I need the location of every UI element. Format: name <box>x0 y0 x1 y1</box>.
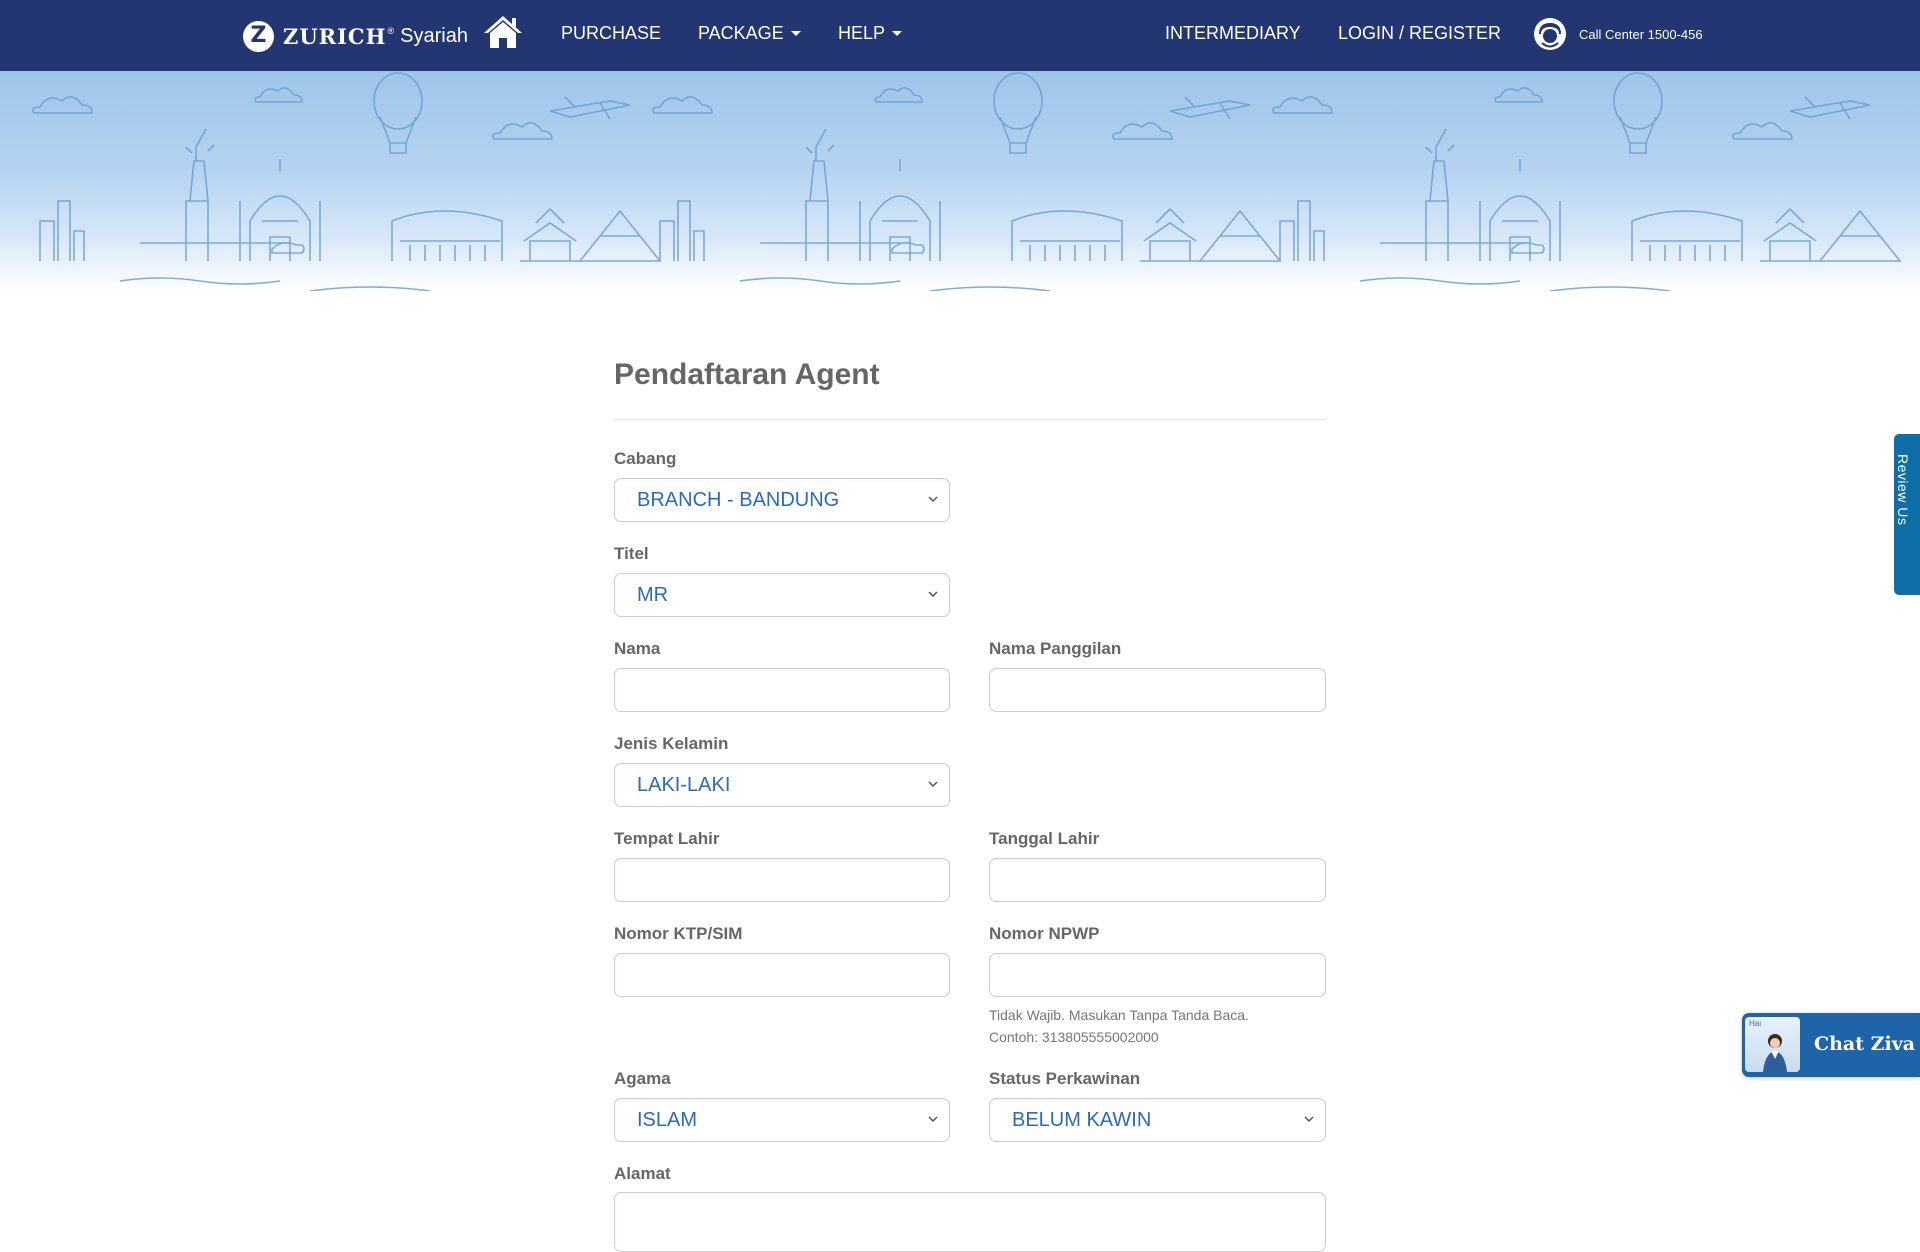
chevron-down-icon <box>790 30 801 36</box>
tanggal-lahir-label: Tanggal Lahir <box>989 829 1100 848</box>
status-perkawinan-select[interactable]: BELUM KAWIN <box>989 1098 1326 1142</box>
nama-panggilan-input[interactable] <box>989 668 1326 712</box>
ktp-sim-input[interactable] <box>614 953 950 997</box>
chevron-down-icon <box>1304 1116 1314 1123</box>
titel-label: Titel <box>614 544 649 563</box>
npwp-help-line-1: Tidak Wajib. Masukan Tanpa Tanda Baca. <box>989 1007 1249 1023</box>
logo-syariah: Syariah <box>400 24 468 47</box>
alamat-input[interactable] <box>614 1192 1326 1252</box>
titel-value: MR <box>637 583 669 606</box>
ziva-avatar: Hai <box>1745 1017 1800 1072</box>
title-divider <box>614 419 1326 420</box>
review-us-label: Review Us <box>1895 454 1911 526</box>
alamat-label: Alamat <box>614 1164 671 1183</box>
agama-value: ISLAM <box>637 1108 698 1131</box>
landmarks-illustration <box>32 72 1901 291</box>
npwp-label: Nomor NPWP <box>989 924 1100 943</box>
jenis-kelamin-select[interactable]: LAKI-LAKI <box>614 763 950 807</box>
nama-panggilan-label: Nama Panggilan <box>989 639 1122 658</box>
headset-agent-icon <box>1534 18 1566 50</box>
zurich-z-icon: Z <box>243 20 274 52</box>
agama-label: Agama <box>614 1069 671 1088</box>
titel-select[interactable]: MR <box>614 573 950 617</box>
chat-greeting: Hai <box>1749 1019 1762 1028</box>
nav-login-register[interactable]: LOGIN / REGISTER <box>1338 22 1501 44</box>
agama-select[interactable]: ISLAM <box>614 1098 950 1142</box>
review-us-tab[interactable]: Review Us <box>1894 434 1920 595</box>
call-center-number: Call Center 1500-456 <box>1579 26 1703 42</box>
chevron-down-icon <box>928 591 938 598</box>
chevron-down-icon <box>928 781 938 788</box>
cabang-value: BRANCH - BANDUNG <box>637 488 840 511</box>
chevron-down-icon <box>928 496 938 503</box>
travel-landmarks-banner <box>0 71 1920 291</box>
logo-wordmark: ZURICH <box>283 23 387 49</box>
tempat-lahir-input[interactable] <box>614 858 950 902</box>
chat-ziva-label: Chat Ziva <box>1814 1033 1916 1055</box>
call-center[interactable]: Call Center 1500-456 <box>1533 17 1703 51</box>
nama-label: Nama <box>614 639 661 658</box>
ktp-sim-label: Nomor KTP/SIM <box>614 924 743 943</box>
npwp-help-text: Tidak Wajib. Masukan Tanpa Tanda Baca. C… <box>989 1004 1249 1048</box>
tempat-lahir-label: Tempat Lahir <box>614 829 720 848</box>
npwp-help-line-2: Contoh: 313805555002000 <box>989 1029 1159 1045</box>
cabang-select[interactable]: BRANCH - BANDUNG <box>614 478 950 522</box>
logo-registered-mark: ® <box>387 26 395 36</box>
zurich-syariah-logo[interactable]: Z ZURICH ® Syariah <box>243 18 468 54</box>
page-title: Pendaftaran Agent <box>614 358 880 391</box>
jenis-kelamin-value: LAKI-LAKI <box>637 773 731 796</box>
nav-help[interactable]: HELP <box>838 22 903 44</box>
status-perkawinan-label: Status Perkawinan <box>989 1069 1141 1088</box>
status-perkawinan-value: BELUM KAWIN <box>1012 1108 1152 1131</box>
nav-package[interactable]: PACKAGE <box>698 22 801 44</box>
nama-input[interactable] <box>614 668 950 712</box>
chat-ziva-button[interactable]: Hai Chat Ziva <box>1742 1013 1920 1077</box>
jenis-kelamin-label: Jenis Kelamin <box>614 734 729 753</box>
home-icon[interactable] <box>482 14 524 50</box>
cabang-label: Cabang <box>614 449 677 468</box>
tanggal-lahir-input[interactable] <box>989 858 1326 902</box>
chevron-down-icon <box>928 1116 938 1123</box>
top-navbar: Z ZURICH ® Syariah PURCHASE PACKAGE HELP… <box>0 0 1920 71</box>
chevron-down-icon <box>892 30 903 36</box>
npwp-input[interactable] <box>989 953 1326 997</box>
nav-intermediary[interactable]: INTERMEDIARY <box>1165 22 1301 44</box>
nav-purchase[interactable]: PURCHASE <box>561 22 661 44</box>
